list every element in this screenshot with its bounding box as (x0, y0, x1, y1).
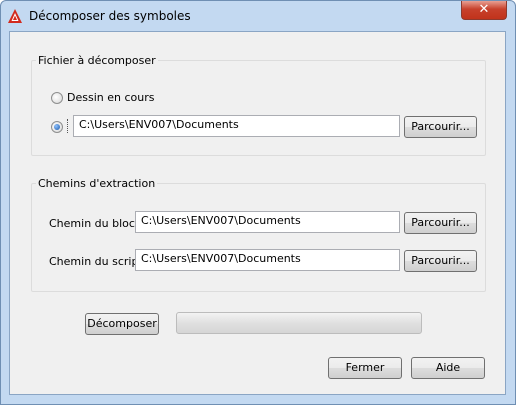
radio-current-drawing[interactable] (51, 92, 63, 104)
decompose-button[interactable]: Décomposer (85, 313, 159, 335)
file-path-input[interactable]: C:\Users\ENV007\Documents (73, 115, 400, 137)
browse-script-button[interactable]: Parcourir... (404, 250, 477, 272)
radio-file[interactable] (51, 121, 63, 133)
extract-group-label: Chemins d'extraction (36, 177, 158, 190)
block-path-label: Chemin du bloc: (49, 217, 139, 230)
radio-current-drawing-label: Dessin en cours (67, 91, 155, 104)
close-window-button[interactable]: ✕ (461, 1, 507, 20)
file-group (31, 60, 486, 156)
progress-bar (176, 312, 422, 334)
help-button[interactable]: Aide (411, 357, 485, 379)
browse-file-button[interactable]: Parcourir... (404, 116, 477, 138)
script-path-label: Chemin du script: (49, 255, 147, 268)
title-bar[interactable]: Décomposer des symboles ✕ (1, 1, 515, 31)
window-title: Décomposer des symboles (29, 9, 191, 23)
script-path-input[interactable]: C:\Users\ENV007\Documents (135, 249, 400, 271)
focus-indicator (67, 119, 69, 133)
dialog-body: Fichier à décomposer Dessin en cours C:\… (9, 31, 506, 395)
extract-group (31, 183, 486, 292)
dialog-window: Décomposer des symboles ✕ Fichier à déco… (0, 0, 516, 405)
browse-block-button[interactable]: Parcourir... (404, 212, 477, 234)
autocad-icon (8, 9, 22, 23)
block-path-input[interactable]: C:\Users\ENV007\Documents (135, 211, 400, 233)
close-button[interactable]: Fermer (328, 357, 402, 379)
close-icon: ✕ (478, 2, 490, 17)
file-group-label: Fichier à décomposer (36, 54, 158, 67)
